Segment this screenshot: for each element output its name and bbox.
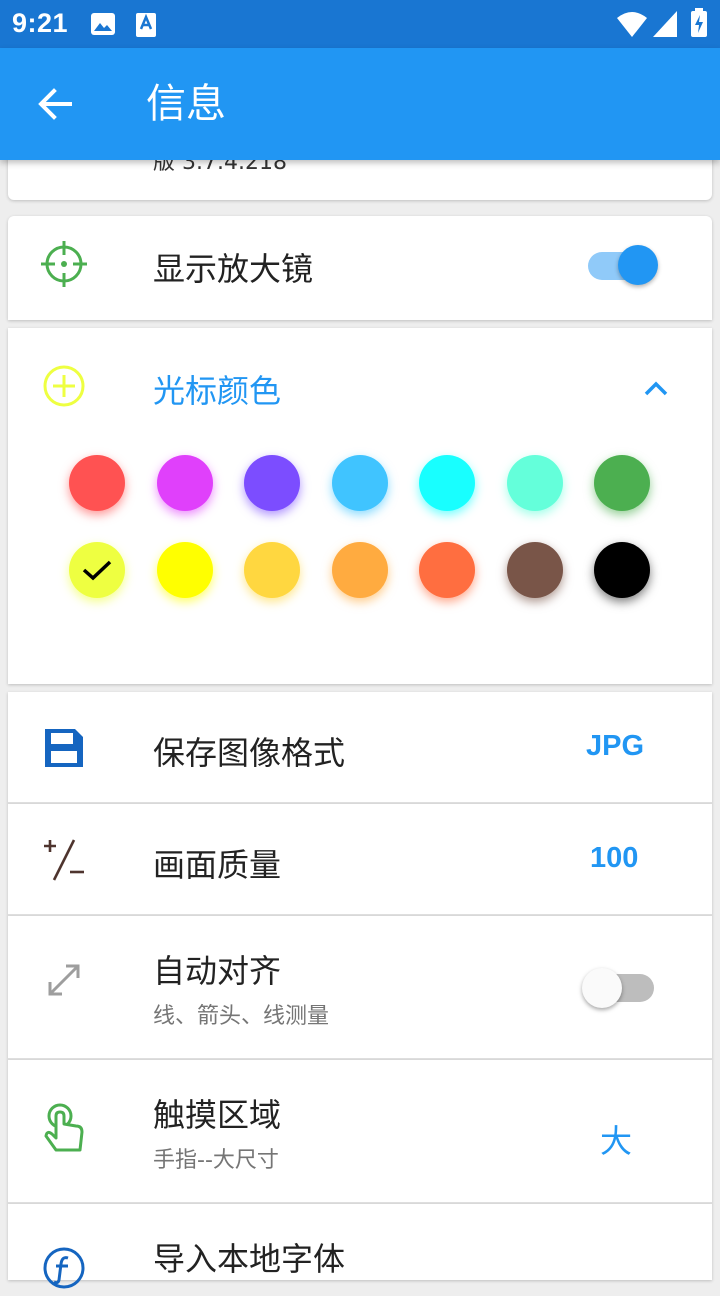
signal-icon [652, 10, 678, 42]
wifi-icon [616, 10, 648, 42]
touch-area-value: 大 [600, 1123, 633, 1159]
status-time: 9:21 [12, 8, 69, 38]
touch-area-label: 触摸区域 [153, 1096, 282, 1134]
touch-finger-icon [40, 1102, 88, 1152]
color-swatch[interactable] [69, 455, 125, 511]
magnifier-card[interactable]: 显示放大镜 [8, 216, 712, 320]
color-swatch[interactable] [506, 455, 563, 511]
save-format-label: 保存图像格式 [153, 734, 346, 772]
cursor-color-label: 光标颜色 [153, 372, 282, 410]
check-icon [82, 560, 112, 581]
color-swatch[interactable] [331, 455, 388, 511]
color-swatch[interactable] [156, 542, 213, 598]
color-swatch[interactable] [156, 455, 213, 511]
save-format-value: JPG [586, 730, 645, 762]
color-swatch[interactable] [594, 542, 650, 598]
touch-area-subtitle: 手指--大尺寸 [153, 1148, 279, 1173]
back-button[interactable] [28, 76, 84, 132]
auto-align-toggle[interactable] [580, 966, 660, 1010]
expand-less-icon[interactable] [636, 368, 676, 408]
touch-area-row[interactable]: 触摸区域 手指--大尺寸 大 [8, 1060, 712, 1204]
color-swatch[interactable] [331, 542, 388, 598]
auto-align-label: 自动对齐 [153, 952, 282, 990]
quality-value: 100 [590, 842, 639, 874]
crosshair-icon [40, 240, 88, 288]
color-swatch[interactable] [594, 455, 650, 511]
color-swatch[interactable] [244, 455, 300, 511]
plus-minus-icon [40, 836, 88, 884]
status-bar: 9:21 [0, 0, 720, 48]
image-notification-icon [90, 12, 116, 40]
cursor-color-card: 光标颜色 [8, 328, 712, 684]
quality-row[interactable]: 画面质量 100 [8, 804, 712, 916]
save-format-row[interactable]: 保存图像格式 JPG [8, 692, 712, 804]
resize-diagonal-icon [40, 956, 88, 1004]
color-swatch[interactable] [419, 455, 475, 511]
auto-align-row[interactable]: 自动对齐 线、箭头、线测量 [8, 916, 712, 1060]
arrow-back-icon [38, 88, 72, 120]
color-swatch[interactable] [506, 542, 563, 598]
color-swatch[interactable] [419, 542, 475, 598]
font-icon [40, 1244, 88, 1292]
save-icon [40, 724, 88, 772]
auto-align-subtitle: 线、箭头、线测量 [153, 1004, 330, 1029]
color-swatch[interactable] [244, 542, 300, 598]
magnifier-toggle[interactable] [586, 244, 666, 288]
magnifier-label: 显示放大镜 [153, 250, 314, 288]
add-circle-icon [40, 362, 88, 410]
page-title: 信息 [146, 81, 226, 127]
import-font-row[interactable]: 导入本地字体 [8, 1204, 712, 1289]
battery-icon [690, 8, 708, 42]
quality-label: 画面质量 [153, 846, 282, 884]
app-bar: 信息 [0, 48, 720, 160]
color-swatch[interactable] [69, 542, 125, 598]
import-font-label: 导入本地字体 [153, 1240, 346, 1278]
font-notification-icon [134, 12, 160, 42]
